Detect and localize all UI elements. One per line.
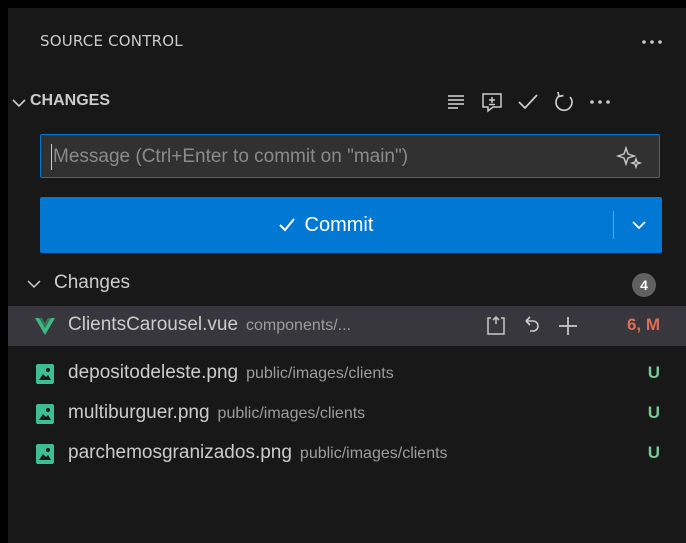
open-changes-icon[interactable] [474, 88, 510, 116]
commit-check-icon[interactable] [510, 88, 546, 116]
commit-label: Commit [304, 213, 374, 236]
file-status: 6, M [626, 315, 660, 334]
file-directory: public/images/clients [217, 405, 366, 422]
section-actions [438, 88, 618, 116]
view-as-tree-icon[interactable] [438, 88, 474, 116]
chevron-down-icon[interactable] [10, 94, 28, 112]
open-file-icon[interactable] [478, 312, 514, 340]
discard-changes-icon[interactable] [514, 312, 550, 340]
file-name: ClientsCarousel.vue [68, 314, 239, 335]
check-icon [277, 215, 297, 235]
image-file-icon [34, 403, 56, 425]
sparkle-icon[interactable] [615, 143, 645, 171]
section-title: CHANGES [30, 92, 111, 109]
view-header: SOURCE CONTROL [8, 8, 686, 80]
vue-file-icon [34, 315, 56, 337]
changes-group-label: Changes [54, 272, 131, 293]
image-file-icon [34, 443, 56, 465]
file-status: U [647, 443, 660, 462]
file-row[interactable]: parchemosgranizados.png public/images/cli… [8, 434, 686, 474]
source-control-panel: SOURCE CONTROL CHANGES Message (Ctrl+Ent… [8, 8, 686, 543]
ellipsis-icon[interactable] [582, 88, 618, 116]
commit-main-action[interactable]: Commit [40, 197, 610, 253]
file-directory: public/images/clients [246, 365, 394, 382]
file-directory: public/images/clients [299, 445, 448, 462]
commit-divider [613, 211, 614, 239]
chevron-down-icon[interactable] [26, 276, 42, 292]
changes-group-header[interactable]: Changes 4 [8, 266, 686, 302]
file-status: U [647, 363, 660, 382]
text-caret [51, 144, 52, 170]
file-name: depositodeleste.png [68, 362, 239, 383]
changes-section-header[interactable]: CHANGES [8, 84, 686, 120]
stage-changes-icon[interactable] [550, 312, 586, 340]
ellipsis-icon[interactable] [638, 30, 666, 54]
image-file-icon [34, 363, 56, 385]
file-name: multiburguer.png [68, 402, 210, 423]
message-placeholder: Message (Ctrl+Enter to commit on "main") [53, 146, 409, 167]
changes-count-badge: 4 [632, 273, 656, 297]
commit-message-input[interactable]: Message (Ctrl+Enter to commit on "main") [40, 134, 660, 178]
file-status: U [647, 403, 660, 422]
file-directory: components/... [246, 317, 351, 334]
file-name: parchemosgranizados.png [68, 442, 292, 463]
view-title: SOURCE CONTROL [40, 32, 183, 50]
commit-button[interactable]: Commit [40, 197, 662, 253]
chevron-down-icon[interactable] [616, 197, 662, 253]
file-row[interactable]: depositodeleste.png public/images/clients… [8, 354, 686, 394]
refresh-icon[interactable] [546, 88, 582, 116]
file-row[interactable]: multiburguer.png public/images/clients U [8, 394, 686, 434]
file-row[interactable]: ClientsCarousel.vue components/... 6, M [8, 306, 686, 346]
row-actions [478, 312, 586, 340]
